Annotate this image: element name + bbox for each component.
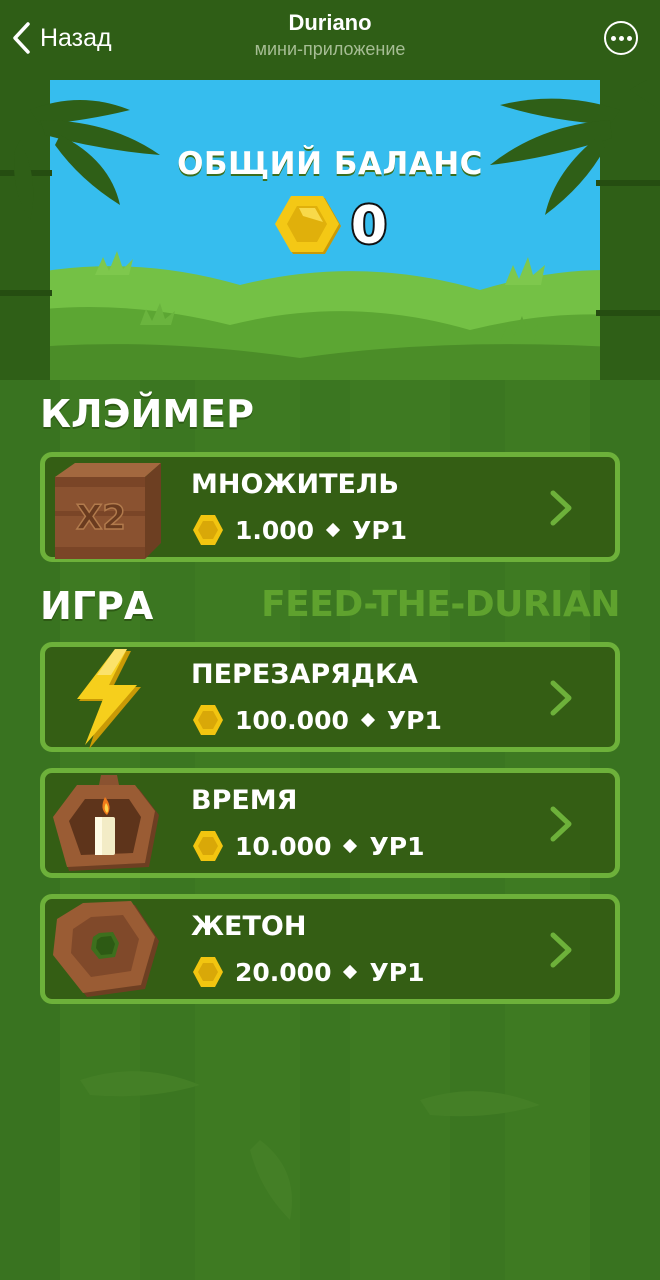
coin-icon (193, 957, 223, 987)
card-price: 10.000 УР1 (191, 829, 424, 863)
coin-icon (193, 705, 223, 735)
more-horizontal-icon (610, 35, 632, 41)
level-value: УР1 (369, 831, 425, 861)
title-block: Duriano мини-приложение (0, 10, 660, 60)
card-title: ВРЕМЯ (191, 785, 298, 816)
card-title: ЖЕТОН (191, 911, 307, 942)
card-title: ПЕРЕЗАРЯДКА (191, 659, 418, 690)
card-title: МНОЖИТЕЛЬ (191, 469, 399, 500)
price-value: 100.000 (235, 705, 349, 735)
token-icon (49, 901, 161, 1001)
coin-icon (274, 196, 341, 254)
card-price: 20.000 УР1 (191, 955, 424, 989)
separator-diamond (360, 712, 375, 728)
game-name: FEED-THE-DURIAN (261, 584, 620, 625)
chevron-right-icon (550, 806, 572, 842)
total-balance-label: ОБЩИЙ БАЛАНС (177, 146, 483, 182)
separator-diamond (343, 964, 358, 980)
price-value: 20.000 (235, 957, 332, 987)
level-value: УР1 (369, 957, 425, 987)
game-section-title: ИГРА (40, 584, 154, 628)
separator-diamond (343, 838, 358, 854)
upgrade-card-recharge[interactable]: ПЕРЕЗАРЯДКА 100.000 УР1 (40, 642, 620, 752)
app-subtitle: мини-приложение (254, 39, 406, 59)
claimer-section-title: КЛЭЙМЕР (40, 392, 254, 436)
chevron-right-icon (550, 490, 572, 526)
card-price: 1.000 УР1 (191, 513, 407, 547)
level-value: УР1 (386, 705, 442, 735)
upgrade-card-time[interactable]: ВРЕМЯ 10.000 УР1 (40, 768, 620, 878)
price-value: 10.000 (235, 831, 332, 861)
chevron-right-icon (550, 932, 572, 968)
level-value: УР1 (352, 515, 408, 545)
coin-icon (193, 515, 223, 545)
x2-crate-icon: X2 (49, 459, 161, 559)
total-balance-value: 0 (349, 194, 389, 258)
card-price: 100.000 УР1 (191, 703, 442, 737)
separator-diamond (326, 522, 341, 538)
upgrade-card-multiplier[interactable]: X2 МНОЖИТЕЛЬ 1.000 УР1 (40, 452, 620, 562)
chevron-right-icon (550, 680, 572, 716)
coin-icon (193, 831, 223, 861)
lightning-icon (49, 649, 161, 749)
top-bar: Назад Duriano мини-приложение (0, 0, 660, 80)
upgrade-card-token[interactable]: ЖЕТОН 20.000 УР1 (40, 894, 620, 1004)
candle-icon (49, 775, 161, 875)
more-button[interactable] (604, 21, 638, 55)
crate-label: X2 (76, 498, 126, 538)
balance-display: 0 (0, 194, 660, 258)
app-title: Duriano (288, 10, 372, 35)
price-value: 1.000 (235, 515, 315, 545)
